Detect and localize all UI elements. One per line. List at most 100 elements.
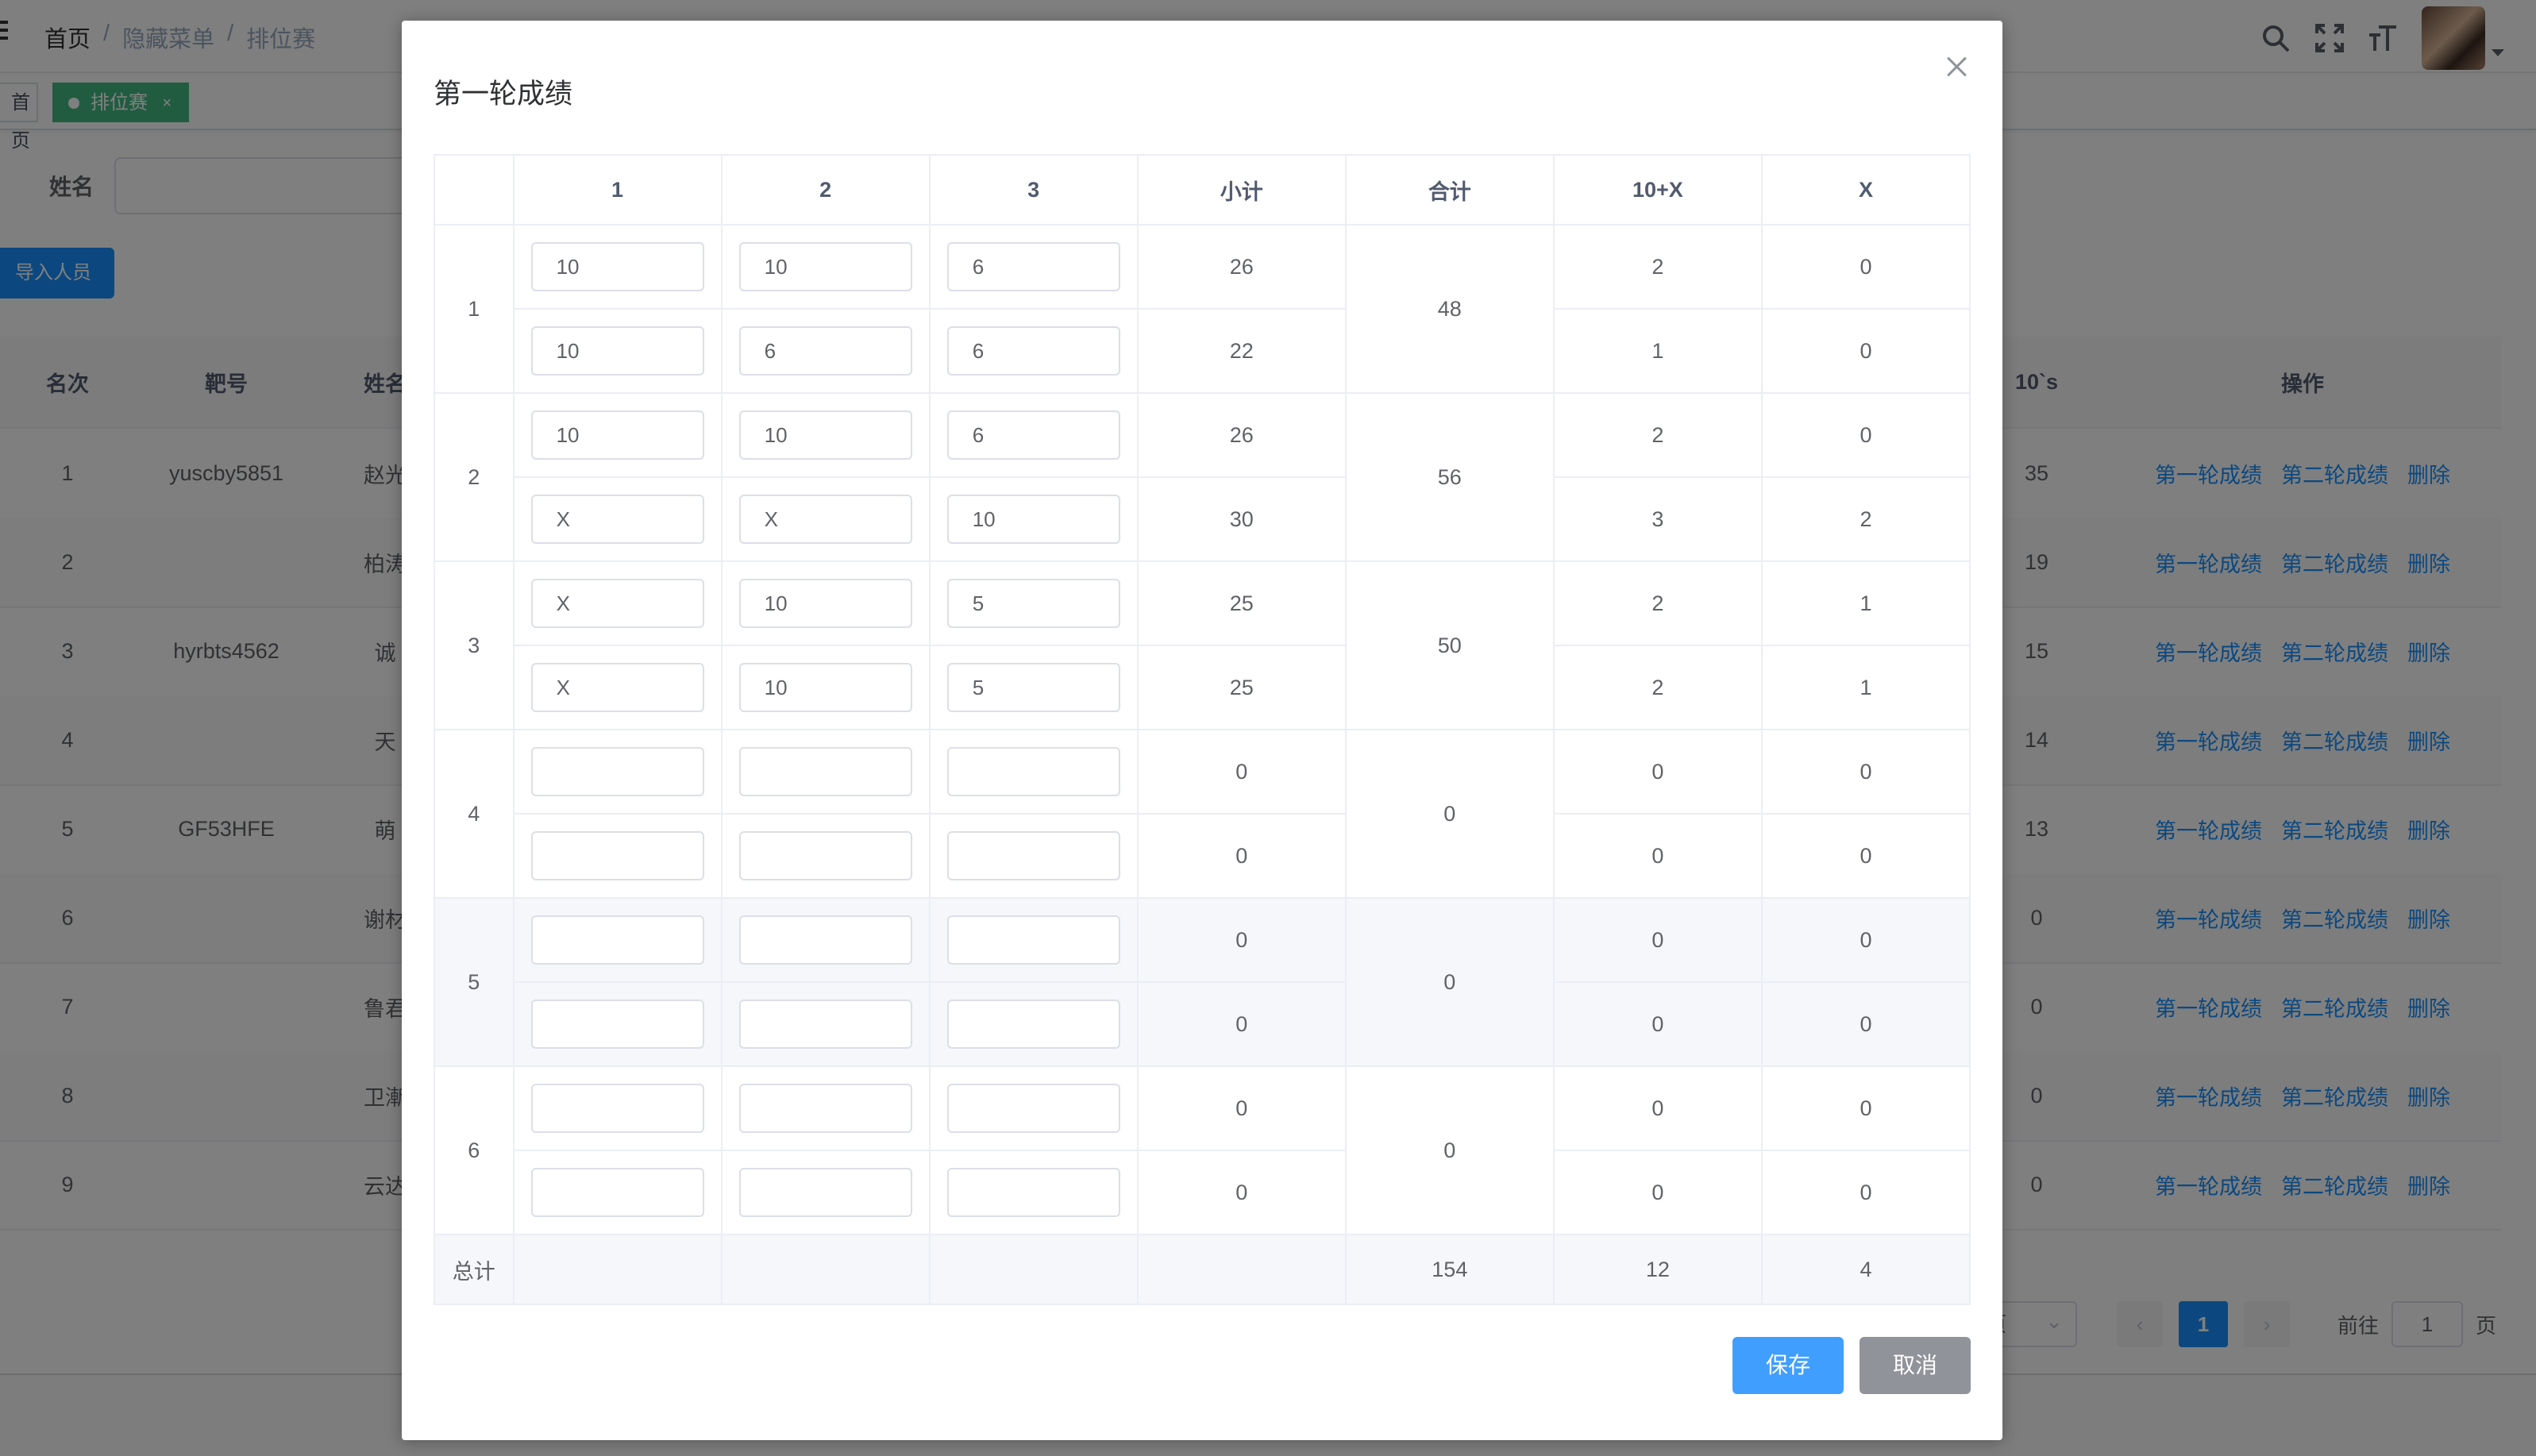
arrow-3-input[interactable]: 5 [946,663,1120,712]
arrow-cell [512,813,723,899]
x-cell: 0 [1760,981,1971,1067]
ten-plus-x-cell: 2 [1552,645,1763,730]
arrow-3-input[interactable] [946,1084,1120,1133]
x-cell: 0 [1760,1065,1971,1151]
group-total-cell: 50 [1344,560,1555,730]
arrow-cell [928,981,1139,1067]
arrow-cell [720,981,931,1067]
arrow-3-input[interactable] [946,915,1120,965]
grand-total-row: 总计 154 12 4 [434,1234,1971,1305]
arrow-1-input[interactable] [530,915,704,965]
arrow-3-input[interactable]: 5 [946,579,1120,628]
score-row: 000 [434,981,1971,1067]
arrow-1-input[interactable]: X [530,495,704,544]
arrow-2-input[interactable]: 6 [738,326,912,376]
arrow-1-input[interactable] [530,1168,704,1217]
arrow-cell [512,729,723,815]
arrow-cell [928,897,1139,983]
grand-total-x: 4 [1760,1234,1971,1305]
ten-plus-x-cell: 2 [1552,224,1763,310]
cancel-button[interactable]: 取消 [1860,1337,1971,1394]
arrow-2-input[interactable]: 10 [738,663,912,712]
arrow-2-input[interactable] [738,1000,912,1049]
arrow-3-input[interactable] [946,1168,1120,1217]
header-group [434,154,515,225]
arrow-cell: 10 [720,645,931,730]
arrow-2-input[interactable] [738,1084,912,1133]
arrow-2-input[interactable] [738,747,912,796]
arrow-cell [512,1065,723,1151]
subtotal-cell: 30 [1136,476,1347,562]
group-label: 2 [434,392,515,562]
header-arrow-2: 2 [720,154,931,225]
arrow-3-input[interactable]: 6 [946,326,1120,376]
ten-plus-x-cell: 0 [1552,981,1763,1067]
ten-plus-x-cell: 0 [1552,813,1763,899]
grand-total-label: 总计 [434,1234,515,1305]
arrow-2-input[interactable] [738,915,912,965]
score-dialog: 第一轮成绩 1 2 3 小计 合计 10+X X 1 10 10 6 26 48 2 0 10 6… [402,21,2002,1440]
subtotal-cell: 22 [1136,308,1347,394]
arrow-1-input[interactable]: 10 [530,326,704,376]
arrow-cell [720,1150,931,1235]
arrow-3-input[interactable] [946,747,1120,796]
empty-cell [720,1234,931,1305]
arrow-1-input[interactable]: 10 [530,242,704,291]
x-cell: 1 [1760,645,1971,730]
group-total-cell: 0 [1344,1065,1555,1235]
arrow-1-input[interactable] [530,747,704,796]
arrow-cell [928,729,1139,815]
arrow-cell [720,813,931,899]
arrow-2-input[interactable]: X [738,495,912,544]
arrow-2-input[interactable] [738,831,912,880]
header-x: X [1760,154,1971,225]
subtotal-cell: 0 [1136,729,1347,815]
header-total: 合计 [1344,154,1555,225]
arrow-cell: X [512,476,723,562]
subtotal-cell: 0 [1136,1150,1347,1235]
dialog-title: 第一轮成绩 [434,79,573,110]
ten-plus-x-cell: 2 [1552,560,1763,646]
arrow-2-input[interactable]: 10 [738,579,912,628]
arrow-2-input[interactable]: 10 [738,242,912,291]
score-table-header: 1 2 3 小计 合计 10+X X [434,154,1971,225]
group-label: 5 [434,897,515,1067]
arrow-3-input[interactable]: 10 [946,495,1120,544]
arrow-cell: 10 [720,392,931,478]
arrow-cell [512,897,723,983]
arrow-3-input[interactable]: 6 [946,242,1120,291]
arrow-2-input[interactable] [738,1168,912,1217]
x-cell: 0 [1760,897,1971,983]
score-row: 10 6 6 22 1 0 [434,308,1971,394]
ten-plus-x-cell: 3 [1552,476,1763,562]
arrow-3-input[interactable] [946,1000,1120,1049]
arrow-cell: X [720,476,931,562]
arrow-cell: 10 [512,392,723,478]
arrow-cell: 10 [512,308,723,394]
save-button[interactable]: 保存 [1732,1337,1844,1394]
arrow-1-input[interactable] [530,1084,704,1133]
group-total-cell: 48 [1344,224,1555,394]
close-icon[interactable] [1942,52,1971,81]
ten-plus-x-cell: 1 [1552,308,1763,394]
x-cell: 0 [1760,224,1971,310]
arrow-1-input[interactable]: 10 [530,410,704,460]
subtotal-cell: 0 [1136,981,1347,1067]
arrow-2-input[interactable]: 10 [738,410,912,460]
arrow-1-input[interactable] [530,1000,704,1049]
x-cell: 1 [1760,560,1971,646]
arrow-1-input[interactable] [530,831,704,880]
group-label: 1 [434,224,515,394]
arrow-3-input[interactable] [946,831,1120,880]
arrow-3-input[interactable]: 6 [946,410,1120,460]
score-row: 50000 [434,897,1971,1067]
arrow-cell [512,1150,723,1235]
score-row: X 10 5 25 2 1 [434,645,1971,730]
grand-total-value: 154 [1344,1234,1555,1305]
score-row: 40000 [434,729,1971,899]
header-arrow-1: 1 [512,154,723,225]
arrow-cell [512,981,723,1067]
arrow-1-input[interactable]: X [530,579,704,628]
arrow-1-input[interactable]: X [530,663,704,712]
score-row: 60000 [434,1065,1971,1235]
